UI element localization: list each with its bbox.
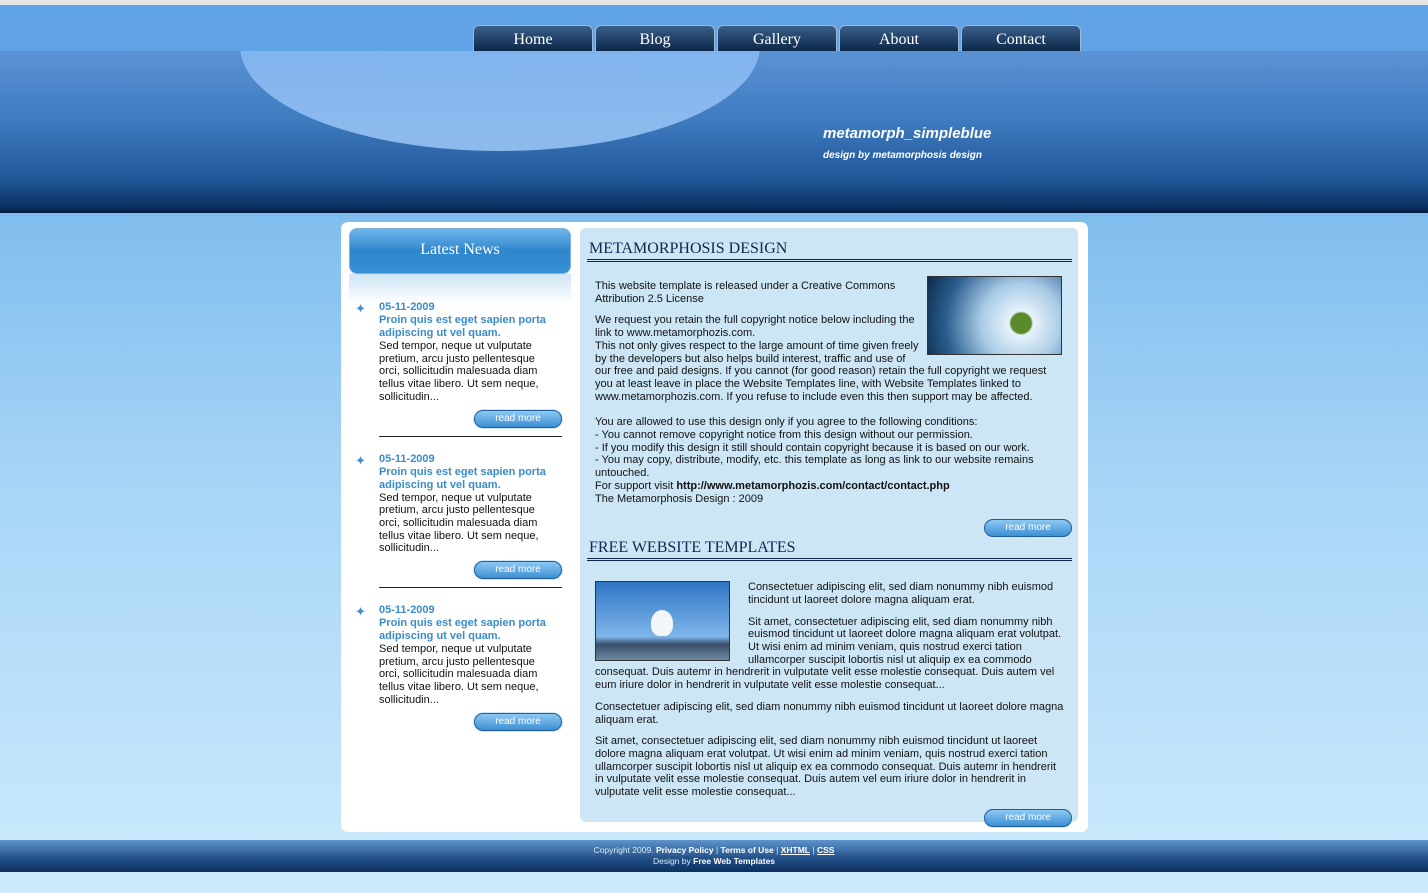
nav-gallery[interactable]: Gallery bbox=[717, 25, 837, 51]
support-link[interactable]: http://www.metamorphozis.com/contact/con… bbox=[676, 480, 949, 492]
star-icon: ✦ bbox=[355, 604, 366, 620]
css-link[interactable]: CSS bbox=[817, 845, 834, 855]
read-more-button[interactable]: read more bbox=[474, 712, 562, 731]
snowdrop-image bbox=[595, 581, 730, 662]
news-body: Sed tempor, neque ut vulputate pretium, … bbox=[379, 340, 539, 403]
header-arc bbox=[240, 51, 760, 151]
news-item: ✦ 05-11-2009 Proin quis est eget sapien … bbox=[349, 453, 571, 589]
read-more-button[interactable]: read more bbox=[984, 808, 1072, 827]
main-nav: Home Blog Gallery About Contact bbox=[473, 25, 1081, 51]
header-banner: metamorph_simpleblue design by metamorph… bbox=[0, 51, 1428, 213]
latest-news-sidebar: Latest News ✦ 05-11-2009 Proin quis est … bbox=[349, 228, 571, 741]
content-container: Latest News ✦ 05-11-2009 Proin quis est … bbox=[341, 222, 1088, 832]
site-subtitle: design by metamorphosis design bbox=[823, 150, 982, 161]
nav-about[interactable]: About bbox=[839, 25, 959, 51]
condition: - You may copy, distribute, modify, etc.… bbox=[595, 454, 1034, 480]
main-panel: METAMORPHOSIS DESIGN This website templa… bbox=[580, 228, 1078, 827]
divider bbox=[379, 587, 562, 589]
news-body: Sed tempor, neque ut vulputate pretium, … bbox=[379, 491, 539, 555]
news-item: ✦ 05-11-2009 Proin quis est eget sapien … bbox=[349, 604, 571, 731]
section-title: METAMORPHOSIS DESIGN bbox=[587, 240, 1072, 262]
copyright: Copyright 2009. bbox=[593, 845, 654, 855]
news-title[interactable]: Proin quis est eget sapien porta adipisc… bbox=[379, 466, 571, 492]
site-title: metamorph_simpleblue bbox=[823, 125, 992, 142]
sidebar-fade bbox=[349, 274, 571, 304]
news-body: Sed tempor, neque ut vulputate pretium, … bbox=[379, 643, 539, 706]
paragraph: Sit amet, consectetuer adipiscing elit, … bbox=[595, 735, 1057, 799]
news-date: 05-11-2009 bbox=[379, 604, 435, 617]
support-line: For support visit http://www.metamorphoz… bbox=[595, 480, 1064, 493]
terms-link[interactable]: Terms of Use bbox=[721, 845, 774, 855]
support-prefix: For support visit bbox=[595, 479, 677, 492]
privacy-link[interactable]: Privacy Policy bbox=[656, 845, 714, 855]
nav-home[interactable]: Home bbox=[473, 25, 593, 51]
star-icon: ✦ bbox=[355, 452, 366, 468]
condition: - If you modify this design it still sho… bbox=[595, 441, 1030, 454]
read-more-button[interactable]: read more bbox=[474, 561, 562, 580]
design-by: Design by bbox=[652, 856, 691, 866]
latest-news-title: Latest News bbox=[349, 228, 571, 274]
footer: Copyright 2009. Privacy Policy | Terms o… bbox=[0, 840, 1428, 872]
star-icon: ✦ bbox=[355, 301, 366, 316]
flower-image bbox=[927, 276, 1062, 355]
condition: - You cannot remove copyright notice fro… bbox=[595, 429, 973, 442]
xhtml-link[interactable]: XHTML bbox=[781, 845, 810, 855]
news-date: 05-11-2009 bbox=[379, 452, 435, 465]
news-item: ✦ 05-11-2009 Proin quis est eget sapien … bbox=[349, 301, 571, 437]
paragraph: Consectetuer adipiscing elit, sed diam n… bbox=[595, 700, 1064, 726]
nav-contact[interactable]: Contact bbox=[961, 25, 1081, 51]
signoff: The Metamorphosis Design : 2009 bbox=[595, 492, 764, 505]
section-title: FREE WEBSITE TEMPLATES bbox=[587, 539, 1072, 562]
read-more-button[interactable]: read more bbox=[474, 409, 562, 428]
news-title[interactable]: Proin quis est eget sapien porta adipisc… bbox=[379, 314, 571, 340]
conditions-intro: You are allowed to use this design only … bbox=[595, 416, 978, 429]
news-date: 05-11-2009 bbox=[379, 301, 435, 313]
read-more-button[interactable]: read more bbox=[984, 519, 1072, 538]
design-link[interactable]: Free Web Templates bbox=[693, 856, 775, 866]
news-title[interactable]: Proin quis est eget sapien porta adipisc… bbox=[379, 617, 571, 643]
nav-blog[interactable]: Blog bbox=[595, 25, 715, 51]
divider bbox=[379, 435, 562, 437]
